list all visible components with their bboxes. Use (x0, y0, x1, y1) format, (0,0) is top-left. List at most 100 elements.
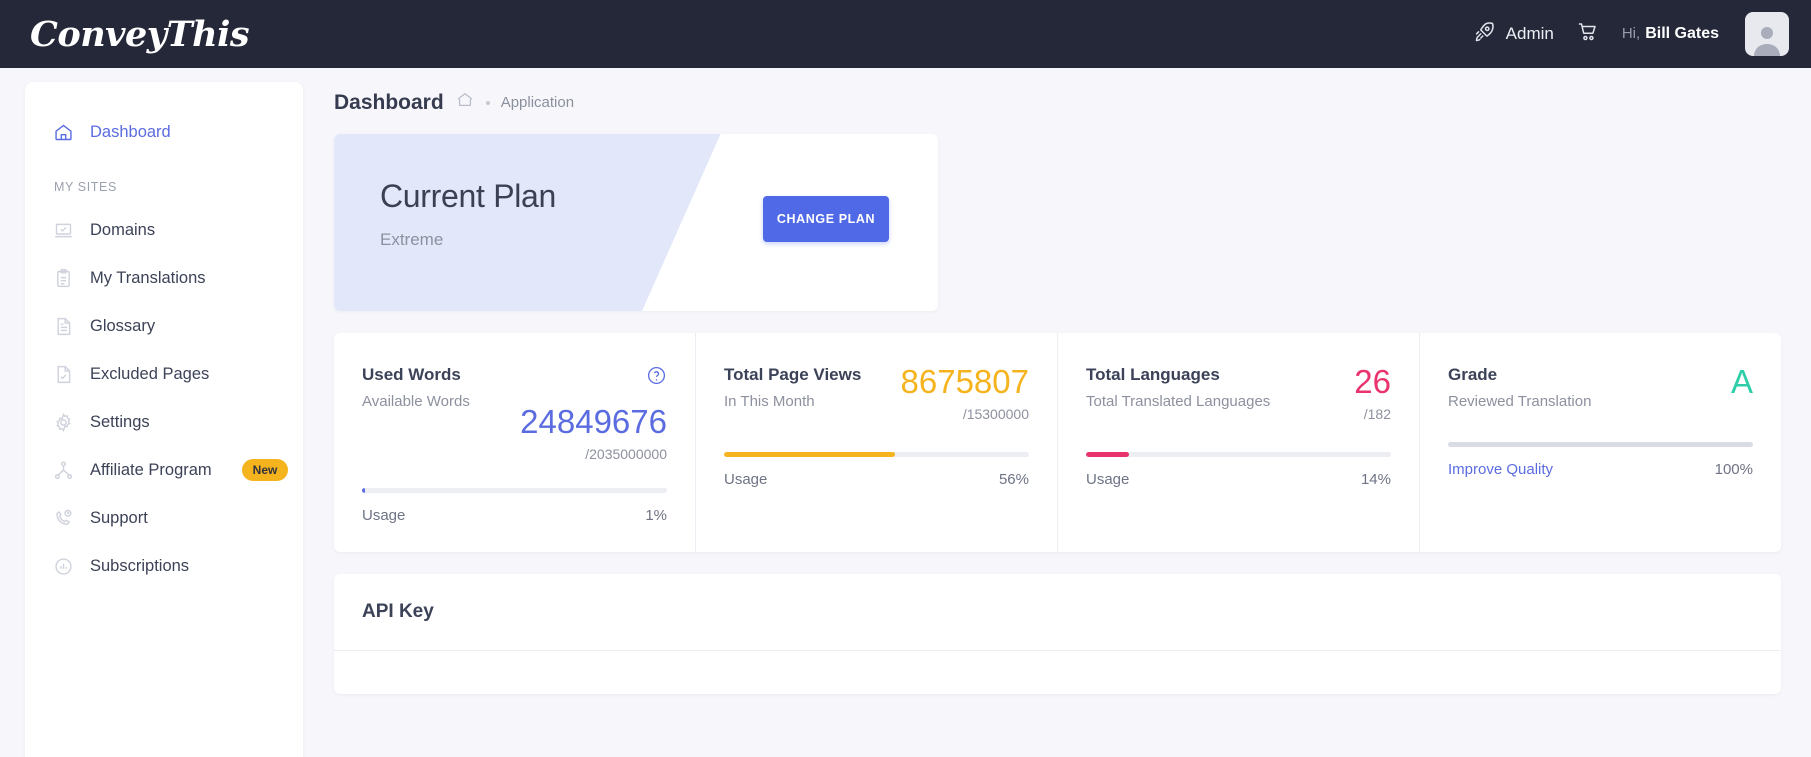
usage-progress-bar (1086, 452, 1391, 457)
stat-values: 8675807 /15300000 (901, 365, 1029, 422)
stat-labels: Total Page Views In This Month (724, 365, 861, 412)
stat-subtitle: In This Month (724, 393, 815, 410)
api-key-title: API Key (362, 601, 434, 622)
current-plan-card: Current Plan Extreme CHANGE PLAN (334, 134, 938, 311)
usage-progress-fill (724, 452, 895, 457)
stat-labels: Grade Reviewed Translation (1448, 365, 1591, 412)
cart-icon (1576, 20, 1600, 49)
usage-label: Usage (362, 507, 406, 524)
sidebar-item-my-translations[interactable]: My Translations (25, 254, 303, 302)
top-navigation-bar: ConveyThis Admin Hi, Bill Gates (0, 0, 1811, 68)
stat-labels: Total Languages Total Translated Languag… (1086, 365, 1270, 412)
cart-button[interactable] (1576, 20, 1600, 49)
help-circle-icon[interactable] (520, 365, 667, 391)
stat-subtitle: Total Translated Languages (1086, 393, 1271, 410)
usage-row: Usage 1% (362, 507, 667, 524)
usage-progress-bar (362, 488, 667, 493)
stat-values: 26 /182 (1354, 365, 1391, 422)
usage-value: 1% (645, 507, 667, 524)
stat-subtitle: Available Words (362, 393, 470, 410)
stat-value: 8675807 (900, 363, 1029, 400)
quality-progress-fill (1448, 442, 1753, 448)
sidebar-item-label: Glossary (90, 316, 156, 335)
stat-total: /2035000000 (585, 446, 667, 462)
greeting-text: Hi, (1621, 25, 1641, 42)
sidebar-panel: Dashboard MY SITES Domains My Translatio… (25, 82, 303, 757)
topbar-right-group: Admin Hi, Bill Gates (1472, 12, 1789, 56)
plan-text-group: Current Plan Extreme (380, 178, 556, 250)
stat-title: Grade (1448, 365, 1498, 384)
stat-subtitle: Reviewed Translation (1448, 393, 1592, 410)
sidebar-item-domains[interactable]: Domains (25, 206, 303, 254)
sidebar-item-glossary[interactable]: Glossary (25, 302, 303, 350)
stat-card-total-languages: Total Languages Total Translated Languag… (1058, 333, 1420, 552)
stat-header: Grade Reviewed Translation A (1448, 365, 1753, 412)
api-panel-divider (334, 650, 1781, 651)
admin-link[interactable]: Admin (1472, 20, 1554, 49)
sidebar-section-label: MY SITES (54, 180, 117, 194)
stat-value: A (1730, 363, 1753, 400)
stat-card-used-words: Used Words Available Words 24849676 /203… (334, 333, 696, 552)
stat-value: 24849676 (520, 403, 667, 440)
plan-name: Extreme (380, 230, 444, 249)
stat-values: 24849676 /2035000000 (520, 365, 667, 462)
user-name: Bill Gates (1645, 25, 1719, 42)
improve-quality-link[interactable]: Improve Quality (1448, 461, 1553, 478)
admin-label: Admin (1505, 24, 1554, 43)
clipboard-icon (53, 268, 74, 289)
rocket-icon (1472, 20, 1496, 49)
page-title: Dashboard (334, 90, 444, 114)
sidebar-item-affiliate-program[interactable]: Affiliate Program New (25, 446, 303, 494)
main-content: Dashboard Application Current Plan Extre… (303, 68, 1811, 757)
page-layout: Dashboard MY SITES Domains My Translatio… (0, 68, 1811, 757)
stat-header: Total Page Views In This Month 8675807 /… (724, 365, 1029, 422)
stat-title: Used Words (362, 365, 461, 384)
sidebar-item-settings[interactable]: Settings New (25, 398, 303, 446)
sidebar-item-label: My Translations (90, 268, 206, 287)
api-key-panel: API Key (334, 574, 1781, 694)
quality-value: 100% (1714, 461, 1753, 479)
avatar-icon (1754, 27, 1780, 56)
usage-label: Usage (1086, 471, 1130, 488)
sidebar-item-support[interactable]: Support (25, 494, 303, 542)
sidebar-item-subscriptions[interactable]: Subscriptions (25, 542, 303, 590)
change-plan-button[interactable]: CHANGE PLAN (763, 196, 889, 242)
new-badge: New (241, 459, 289, 481)
document-check-icon (53, 364, 74, 385)
usage-value: 56% (998, 471, 1029, 488)
sidebar-item-dashboard[interactable]: Dashboard (25, 108, 303, 156)
sidebar-item-label: Dashboard (90, 122, 171, 141)
sidebar-item-label: Excluded Pages (90, 364, 210, 383)
breadcrumb: Dashboard Application (334, 90, 1781, 115)
stat-title: Total Page Views (724, 365, 862, 384)
sidebar-item-excluded-pages[interactable]: Excluded Pages (25, 350, 303, 398)
app-logo[interactable]: ConveyThis (30, 14, 250, 55)
stat-card-grade: Grade Reviewed Translation A Improve Qua… (1420, 333, 1781, 552)
quality-row: Improve Quality 100% (1448, 461, 1753, 478)
sidebar: Dashboard MY SITES Domains My Translatio… (0, 68, 303, 757)
usage-row: Usage 14% (1086, 471, 1391, 488)
chart-circle-icon (53, 556, 74, 577)
stat-card-total-page-views: Total Page Views In This Month 8675807 /… (696, 333, 1058, 552)
gear-icon (53, 412, 74, 433)
user-greeting[interactable]: Hi, Bill Gates (1622, 25, 1719, 43)
sidebar-item-label: Support (90, 508, 148, 527)
stat-header: Used Words Available Words 24849676 /203… (362, 365, 667, 462)
sidebar-item-label: Subscriptions (90, 556, 190, 575)
plan-title: Current Plan (380, 178, 557, 214)
usage-row: Usage 56% (724, 471, 1029, 488)
network-icon (53, 460, 74, 481)
stat-labels: Used Words Available Words (362, 365, 470, 412)
phone-question-icon (53, 508, 74, 529)
avatar[interactable] (1745, 12, 1789, 56)
stats-row: Used Words Available Words 24849676 /203… (334, 333, 1781, 552)
laptop-check-icon (53, 220, 74, 241)
usage-value: 14% (1360, 471, 1391, 488)
usage-label: Usage (724, 471, 768, 488)
sidebar-item-label: Domains (90, 220, 156, 239)
stat-title: Total Languages (1086, 365, 1220, 384)
stat-total: /182 (1363, 406, 1391, 422)
home-outline-icon[interactable] (455, 90, 475, 115)
quality-progress-bar (1448, 442, 1753, 448)
stat-values: A (1731, 365, 1753, 398)
